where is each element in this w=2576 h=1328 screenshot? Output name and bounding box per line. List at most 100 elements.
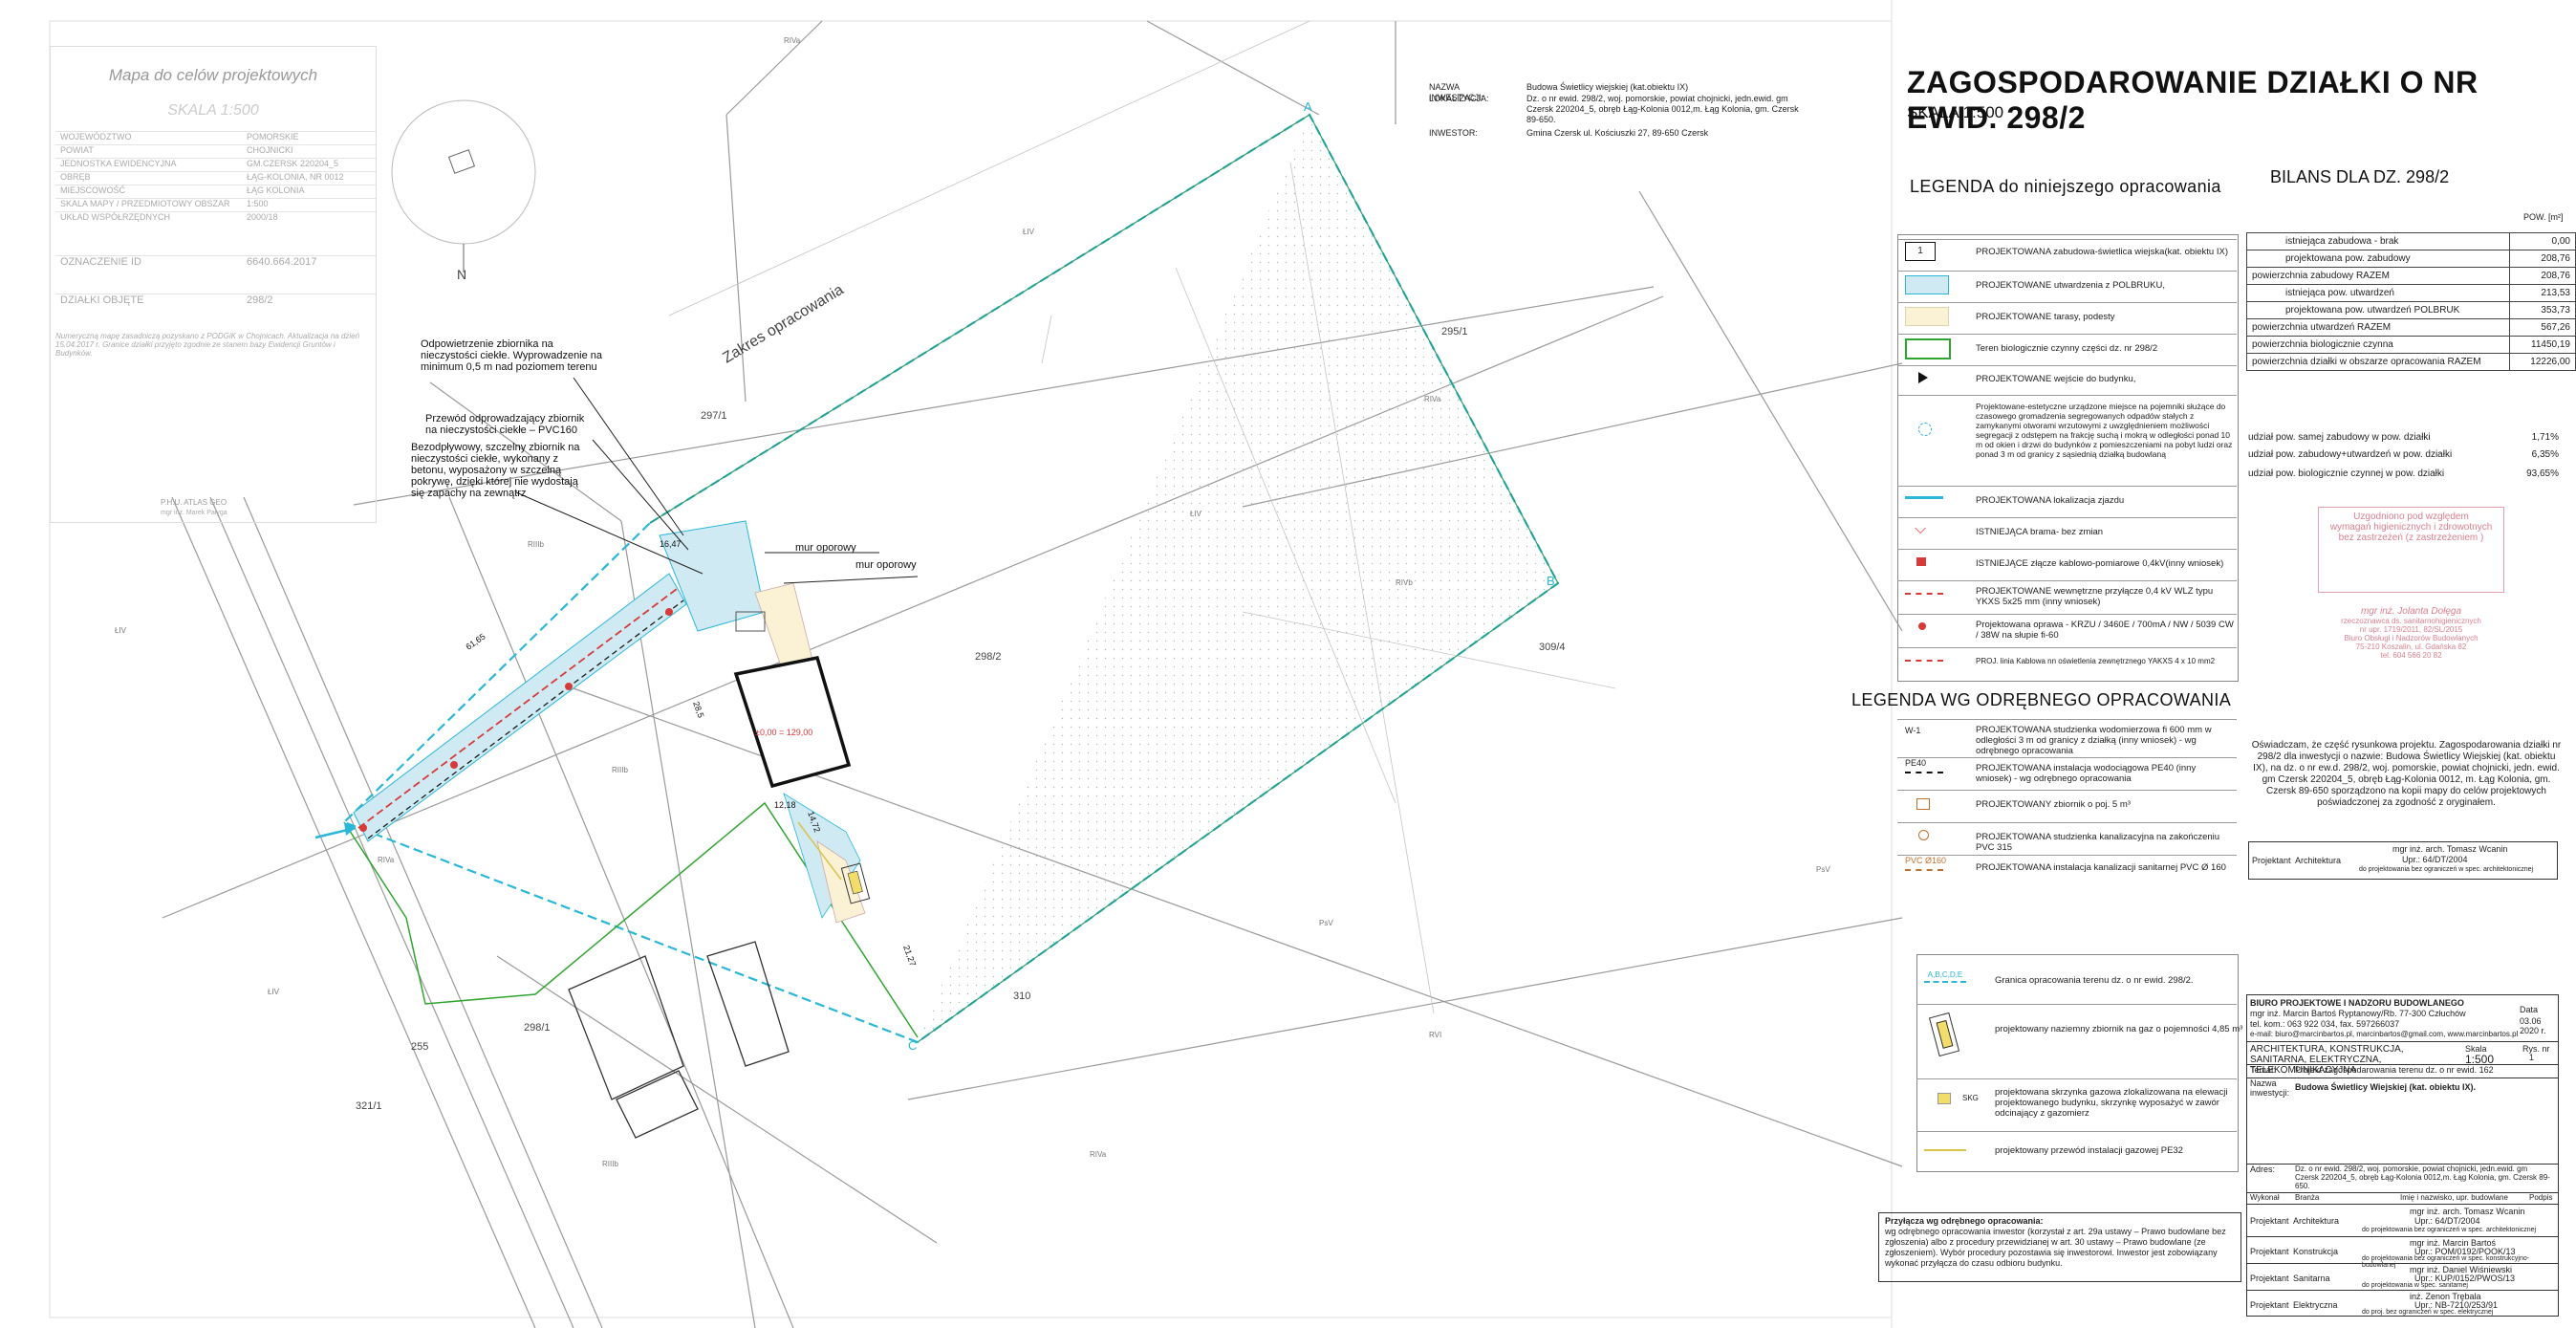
distance-label: 28,5 (691, 700, 705, 719)
corner-label: A (1304, 99, 1312, 114)
parcel-label: 297/1 (701, 410, 727, 422)
gas-tank-icon (1928, 1012, 1960, 1057)
lighting-cable-icon (1905, 660, 1943, 662)
soil-label: PsV (1816, 865, 1830, 874)
wall-annotation: mur oporowy (855, 559, 917, 571)
corner-label: B (1547, 574, 1555, 588)
map-info-company-sub: mgr inż. Marek Pałyga (161, 510, 227, 516)
map-info-row: POWIAT CHOJNICKI (55, 144, 376, 155)
legend3-item: projektowany naziemny zbiornik na gaz o … (1916, 1004, 2242, 1079)
title-block: BIURO PROJEKTOWE I NADZORU BUDOWLANEGO m… (2246, 994, 2559, 1317)
bilans-unit: POW. [m²] (2523, 212, 2564, 222)
drawing-sheet: N ±0,00 = 129,00 Zakres opracowania 297/… (0, 0, 2576, 1328)
designer-row: Projektant Architektura mgr inż. arch. T… (2247, 1204, 2558, 1237)
manhole-icon (1918, 830, 1929, 840)
distance-label: 21,27 (901, 944, 918, 968)
distance-label: 16,47 (660, 539, 682, 549)
parcel-label: 298/1 (524, 1022, 551, 1034)
soil-label: RIVa (378, 856, 395, 864)
drawing-title: ZAGOSPODAROWANIE DZIAŁKI O NR EWID. 298/… (1907, 65, 2479, 135)
level-label: ±0,00 = 129,00 (755, 728, 812, 737)
soil-label: ŁIV (1023, 228, 1035, 236)
soil-label: ŁIV (268, 988, 280, 996)
vent-annotation: Odpowietrzenie zbiornika na nieczystości… (421, 338, 603, 373)
sewer-pipe-icon (1905, 869, 1943, 871)
map-info-row: UKŁAD WSPÓŁRZĘDNYCH 2000/18 (55, 211, 376, 222)
legend3-item: A,B,C,D,E Granica opracowania terenu dz.… (1916, 956, 2237, 1004)
legend-item: 1 PROJEKTOWANA zabudowa-świetlica wiejsk… (1897, 239, 2237, 267)
table-row: powierzchnia działki w obszarze opracowa… (2246, 353, 2576, 371)
map-info-row: JEDNOSTKA EWIDENCYJNA GM.CZERSK 220204_5 (55, 158, 376, 168)
legend2-heading: LEGENDA WG ODRĘBNEGO OPRACOWANIA (1851, 690, 2232, 709)
map-info-panel: Mapa do celów projektowych SKALA 1:500 W… (50, 46, 377, 523)
legend-item: PROJ. linia Kablowa nn oświetlenia zewnę… (1897, 647, 2237, 675)
parcel-label: 255 (411, 1041, 428, 1053)
parcel-label: 295/1 (1441, 326, 1468, 337)
parcel-label: 321/1 (356, 1100, 382, 1112)
pipe-annotation: Przewód odprowadzający zbiornik na niecz… (425, 413, 585, 436)
water-pipe-icon (1905, 772, 1943, 773)
lamp-icon (1918, 622, 1926, 630)
meter-box-icon (1916, 557, 1926, 566)
ratio-row: udział pow. biologicznie czynnej w pow. … (2248, 468, 2559, 479)
soil-label: RIVb (1396, 578, 1413, 587)
investor-label: INWESTOR: (1429, 128, 1478, 138)
legend-item: PROJEKTOWANA lokalizacja zjazdu (1897, 486, 2237, 515)
north-arrow-label: N (457, 267, 466, 282)
note-heading: Przyłącza wg odrębnego opracowania: (1885, 1216, 2044, 1226)
investment-name-value: Budowa Świetlicy wiejskiej (kat.obiektu … (1526, 82, 1689, 92)
zone-label: Zakres opracowania (720, 282, 846, 367)
table-row: powierzchnia biologicznie czynna 11450,19 (2246, 336, 2576, 354)
soil-label: RIVa (1090, 1150, 1107, 1159)
access-arrow-icon (1905, 496, 1943, 499)
gas-pipe-icon (1924, 1149, 1966, 1151)
waste-bin-icon (1918, 423, 1932, 436)
table-row: powierzchnia utwardzeń RAZEM 567,26 (2246, 318, 2576, 337)
legend2-item: W-1 PROJEKTOWANA studzienka wodomierzowa… (1897, 719, 2237, 756)
investment-location-label: LOKALIZACJA: (1429, 94, 1489, 103)
designer-row: Projektant Konstrukcja mgr inż. Marcin B… (2247, 1236, 2558, 1269)
bilans-table: istniejąca zabudowa - brak 0,00 projektow… (2246, 232, 2576, 371)
legend-item: Projektowana oprawa - KRZU / 3460E / 700… (1897, 614, 2237, 645)
soil-label: ŁIV (115, 626, 127, 635)
ratio-row: udział pow. zabudowy+utwardzeń w pow. dz… (2248, 449, 2559, 460)
soil-label: RIVa (1424, 395, 1441, 403)
statement-text: Oświadczam, że część rysunkowa projektu.… (2251, 740, 2562, 808)
terrace-symbol (1905, 307, 1949, 326)
legend-item: PROJEKTOWANE tarasy, podesty (1897, 302, 2237, 332)
note-text: wg odrębnego opracowania inwestor (korzy… (1885, 1227, 2226, 1268)
designer-row: Projektant Elektryczna inż. Zenon Trębal… (2247, 1290, 2558, 1317)
soil-label: RIIIb (528, 540, 544, 549)
map-info-company: P.H.U. ATLAS GEO (161, 498, 227, 507)
legend2-item: PROJEKTOWANA studzienka kanalizacyjna na… (1897, 822, 2237, 853)
paving-symbol (1905, 275, 1949, 294)
drawing-scale: SKALA 1:500 (1907, 103, 2004, 121)
parcel-label: 309/4 (1539, 642, 1566, 653)
bilans-heading: BILANS DLA DZ. 298/2 (2270, 167, 2450, 186)
soil-label: RIIIb (602, 1160, 618, 1168)
map-info-scale: SKALA 1:500 (167, 102, 259, 119)
designer-row: Projektant Sanitarna mgr inż. Daniel Wiś… (2247, 1263, 2558, 1291)
legend2-item: PVC Ø160 PROJEKTOWANA instalacja kanaliz… (1897, 855, 2237, 881)
distance-label: 12,18 (774, 800, 796, 810)
soil-label: ŁIV (1190, 510, 1202, 518)
building-symbol: 1 (1905, 242, 1936, 261)
legend-item: ⌵ ISTNIEJĄCA brama- bez zmian (1897, 517, 2237, 547)
legend3-item: SKG projektowana skrzynka gazowa zlokali… (1916, 1078, 2237, 1132)
connections-note: Przyłącza wg odrębnego opracowania: wg o… (1878, 1212, 2241, 1282)
approval-stamp: Uzgodniono pod względem wymagań higienic… (2318, 507, 2504, 660)
table-row: powierzchnia zabudowy RAZEM 208,76 (2246, 267, 2576, 285)
parcel-label: 298/2 (975, 651, 1002, 663)
map-info-row: SKALA MAPY / PRZEDMIOTOWY OBSZAR 1:500 (55, 198, 376, 208)
table-row: istniejąca pow. utwardzeń 213,53 (2246, 284, 2576, 302)
gate-icon: ⌵ (1915, 521, 1927, 537)
wall-annotation: mur oporowy (795, 542, 856, 554)
soil-label: PsV (1319, 919, 1333, 927)
architect-signature-box: Projektant Architektura mgr inż. arch. T… (2248, 841, 2558, 880)
map-info-row: OBRĘB ŁĄG-KOLONIA, NR 0012 (55, 171, 376, 182)
legend-item: ISTNIEJĄCE złącze kablowo-pomiarowe 0,4k… (1897, 549, 2237, 578)
tank-annotation: Bezodpływowy, szczelny zbiornik na niecz… (411, 442, 580, 499)
cable-line-icon (1905, 593, 1943, 595)
legend3-item: projektowany przewód instalacji gazowej … (1916, 1131, 2237, 1170)
legend2-item: PROJEKTOWANY zbiornik o poj. 5 m³ (1897, 790, 2237, 819)
